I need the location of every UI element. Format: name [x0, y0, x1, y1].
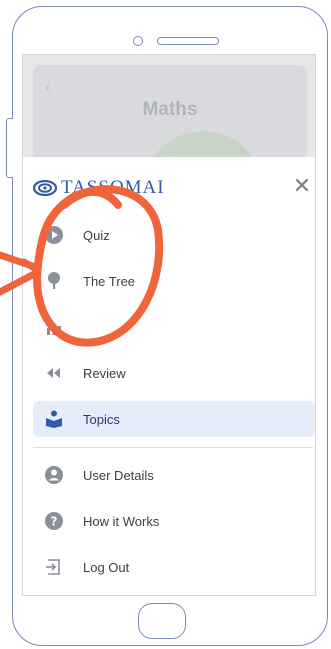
- speaker-slot: [157, 37, 219, 45]
- logo-text: TASSOMAI: [61, 177, 165, 198]
- book-reader-icon: [43, 408, 65, 430]
- menu-item-label: Log Out: [83, 559, 130, 575]
- navigation-drawer: TASSOMAI ✕ Quiz The Tree Review Topics U…: [23, 157, 315, 595]
- background-overlay[interactable]: [23, 55, 315, 157]
- bar-chart-icon: [43, 316, 65, 338]
- menu-item-label: Review: [83, 365, 126, 381]
- play-icon: [43, 224, 65, 246]
- menu-item-label: Topics: [83, 411, 120, 427]
- menu-item-quiz[interactable]: Quiz: [33, 217, 315, 253]
- svg-text:?: ?: [51, 515, 58, 529]
- camera-dot: [133, 36, 143, 46]
- menu-item-review[interactable]: Review: [33, 355, 315, 391]
- close-icon[interactable]: ✕: [291, 175, 313, 197]
- menu-item-stats[interactable]: [33, 309, 315, 345]
- menu-item-user-details[interactable]: User Details: [33, 457, 315, 493]
- menu-item-label: Quiz: [83, 227, 110, 243]
- side-button: [6, 118, 13, 178]
- help-icon: ?: [43, 510, 65, 532]
- menu-divider: [33, 447, 313, 448]
- user-icon: [43, 464, 65, 486]
- menu-item-topics[interactable]: Topics: [33, 401, 315, 437]
- rewind-icon: [43, 362, 65, 384]
- menu-item-label: The Tree: [83, 273, 136, 289]
- app-screen: ‹ Maths TASSOMAI ✕ Quiz The Tree Review …: [22, 54, 316, 596]
- menu-item-label: How it Works: [83, 513, 160, 529]
- tree-icon: [43, 270, 65, 292]
- menu-item-label: User Details: [83, 467, 154, 483]
- menu-item-log-out[interactable]: Log Out: [33, 549, 315, 585]
- logo-icon: [33, 180, 57, 196]
- home-button[interactable]: [138, 603, 186, 639]
- tassomai-logo: TASSOMAI: [33, 177, 165, 199]
- menu-item-how-it-works[interactable]: ? How it Works: [33, 503, 315, 539]
- logout-icon: [43, 556, 65, 578]
- menu-item-the-tree[interactable]: The Tree: [33, 263, 315, 299]
